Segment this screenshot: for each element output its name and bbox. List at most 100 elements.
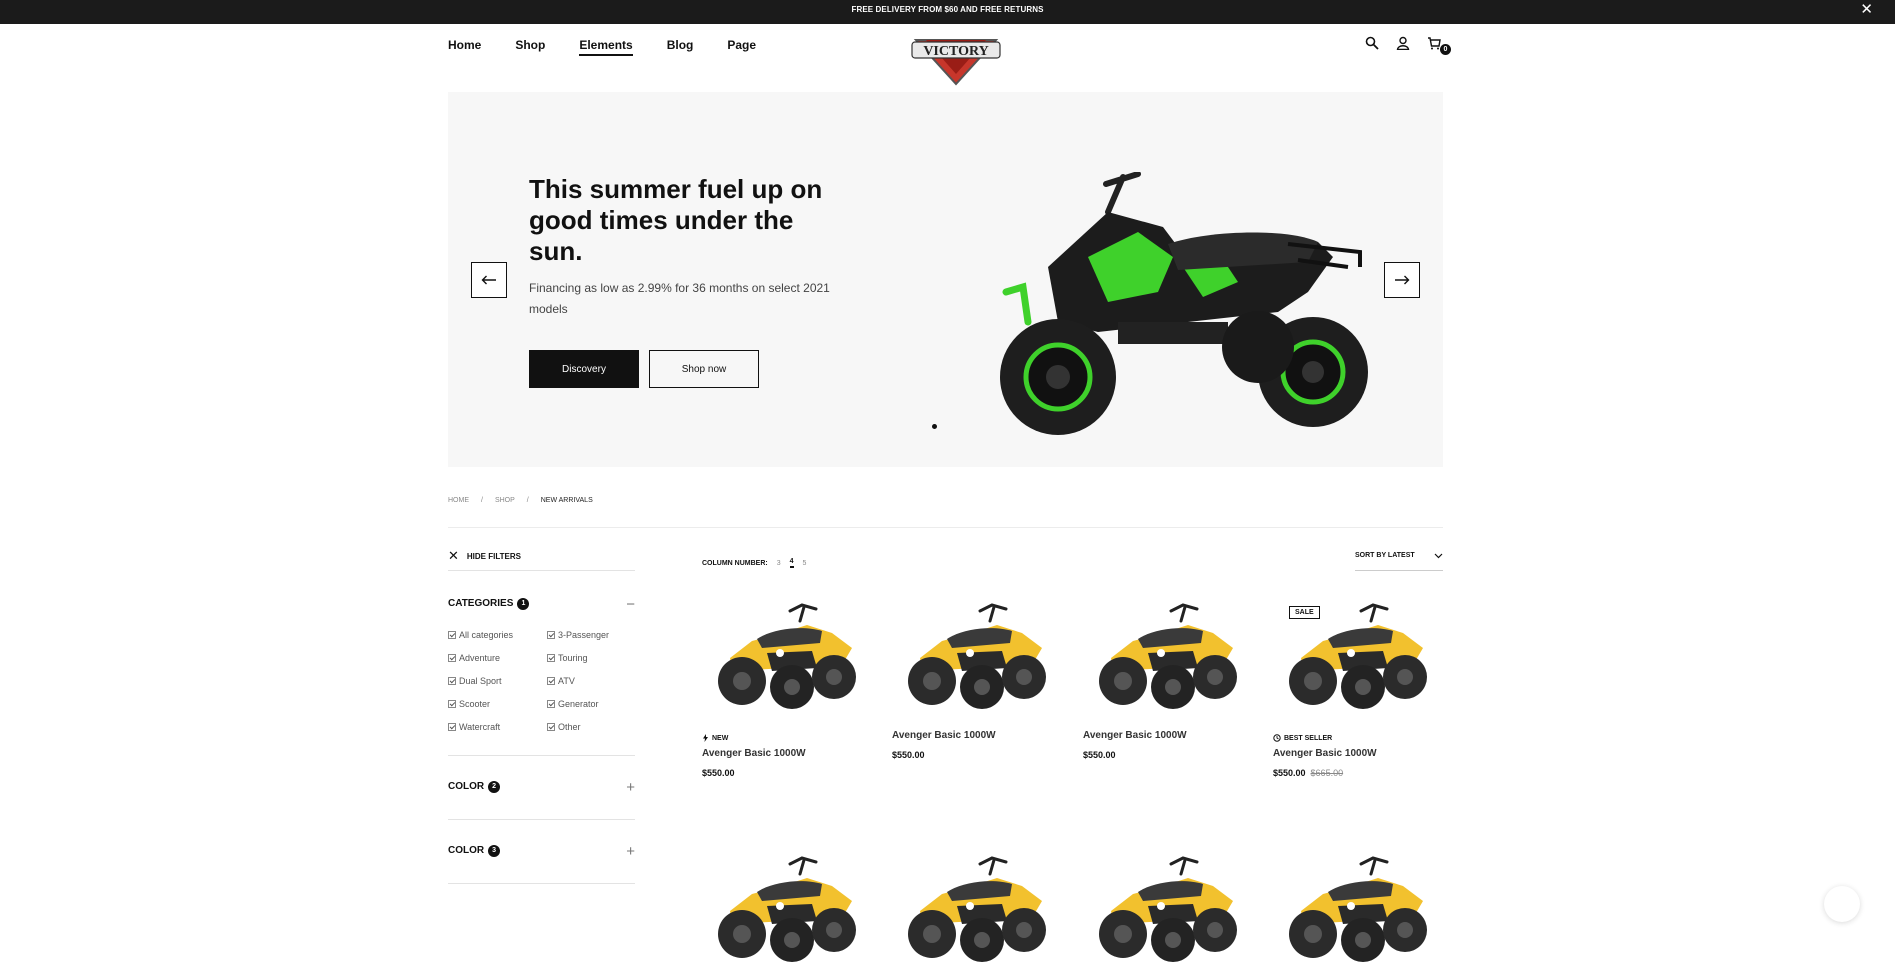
- color-count-badge-2: 3: [488, 845, 501, 857]
- hero-atv-image: [1000, 172, 1368, 435]
- checkbox-icon: [448, 630, 456, 639]
- product-card[interactable]: NEW Avenger Basic 1000W $550.00: [702, 597, 872, 778]
- announcement-text: FREE DELIVERY FROM $60 AND FREE RETURNS: [851, 5, 1044, 14]
- product-card[interactable]: [1083, 850, 1253, 965]
- shop-now-button[interactable]: Shop now: [649, 350, 759, 388]
- product-image[interactable]: [892, 850, 1062, 965]
- nav-blog[interactable]: Blog: [667, 38, 694, 56]
- category-watercraft[interactable]: Watercraft: [448, 720, 547, 733]
- checkbox-icon: [547, 699, 555, 708]
- chat-widget-button[interactable]: [1824, 886, 1860, 922]
- nav-home[interactable]: Home: [448, 38, 481, 56]
- product-image[interactable]: [702, 850, 872, 965]
- breadcrumb-separator: /: [526, 497, 529, 504]
- close-icon: ✕: [448, 548, 459, 563]
- chevron-down-icon: [1434, 553, 1443, 559]
- product-name[interactable]: Avenger Basic 1000W: [1273, 748, 1443, 759]
- logo-text: VICTORY: [923, 44, 988, 59]
- category-all[interactable]: All categories: [448, 628, 547, 641]
- product-name[interactable]: Avenger Basic 1000W: [702, 748, 872, 759]
- color-filter-title: COLOR: [448, 781, 485, 792]
- checkbox-icon: [448, 653, 456, 662]
- divider: [448, 755, 635, 756]
- product-image[interactable]: [1273, 850, 1443, 965]
- checkbox-icon: [547, 630, 555, 639]
- column-option-3[interactable]: 3: [777, 560, 781, 567]
- minus-icon: −: [626, 595, 635, 613]
- product-image[interactable]: [702, 597, 872, 727]
- checkbox-icon: [547, 676, 555, 685]
- category-scooter[interactable]: Scooter: [448, 697, 547, 710]
- hero-title: This summer fuel up on good times under …: [529, 174, 823, 266]
- search-icon[interactable]: [1365, 36, 1381, 52]
- category-generator[interactable]: Generator: [547, 697, 635, 710]
- category-3-passenger[interactable]: 3-Passenger: [547, 628, 635, 641]
- categories-count-badge: 1: [517, 598, 530, 610]
- category-adventure[interactable]: Adventure: [448, 651, 547, 664]
- color-count-badge: 2: [488, 781, 501, 793]
- cart-count-badge: 0: [1440, 44, 1451, 55]
- sort-label: SORT BY LATEST: [1355, 552, 1415, 559]
- breadcrumb-current: NEW ARRIVALS: [540, 497, 593, 504]
- sort-dropdown[interactable]: SORT BY LATEST: [1355, 552, 1443, 571]
- announcement-bar: FREE DELIVERY FROM $60 AND FREE RETURNS …: [0, 0, 1895, 24]
- checkbox-icon: [547, 653, 555, 662]
- breadcrumb-shop[interactable]: SHOP: [495, 497, 515, 504]
- product-image[interactable]: [892, 597, 1062, 727]
- column-number-label: COLUMN NUMBER:: [702, 559, 768, 567]
- hide-filters-button[interactable]: ✕ HIDE FILTERS: [448, 545, 635, 567]
- clock-badge-icon: [1273, 734, 1281, 742]
- product-image[interactable]: [1083, 597, 1253, 727]
- product-card[interactable]: Avenger Basic 1000W $550.00: [892, 597, 1062, 760]
- slider-next-button[interactable]: [1384, 262, 1420, 298]
- categories-toggle[interactable]: CATEGORIES 1 −: [448, 594, 635, 614]
- product-name[interactable]: Avenger Basic 1000W: [1083, 730, 1253, 741]
- product-card[interactable]: Avenger Basic 1000W $550.00: [1083, 597, 1253, 760]
- sale-badge: SALE: [1289, 606, 1320, 619]
- product-old-price: $665.00: [1310, 768, 1344, 778]
- product-badge-new: NEW: [702, 733, 872, 743]
- category-other[interactable]: Other: [547, 720, 635, 733]
- column-option-4[interactable]: 4: [789, 558, 794, 568]
- filter-sidebar: ✕ HIDE FILTERS CATEGORIES 1 − All categor…: [448, 545, 635, 884]
- checkbox-icon: [547, 722, 555, 731]
- product-price: $550.00: [1083, 750, 1116, 760]
- category-atv[interactable]: ATV: [547, 674, 635, 687]
- color-filter-toggle[interactable]: COLOR 2 +: [448, 777, 635, 797]
- column-option-5[interactable]: 5: [803, 560, 807, 567]
- hide-filters-label: HIDE FILTERS: [466, 551, 521, 561]
- product-price: $550.00 $665.00: [1273, 768, 1344, 778]
- divider: [448, 819, 635, 820]
- breadcrumb-separator: /: [481, 497, 483, 504]
- color-filter-toggle-2[interactable]: COLOR 3 +: [448, 841, 635, 861]
- checkbox-icon: [448, 722, 456, 731]
- category-touring[interactable]: Touring: [547, 651, 635, 664]
- product-card[interactable]: SALE BEST SELLER Avenger Basic 1000W $55…: [1273, 597, 1443, 778]
- nav-page[interactable]: Page: [727, 38, 756, 56]
- product-card[interactable]: [892, 850, 1062, 965]
- nav-elements[interactable]: Elements: [579, 38, 633, 56]
- victory-logo[interactable]: VICTORY: [910, 34, 1002, 86]
- product-image[interactable]: SALE: [1273, 597, 1443, 727]
- category-dual-sport[interactable]: Dual Sport: [448, 674, 547, 687]
- user-icon[interactable]: [1396, 36, 1412, 52]
- product-card[interactable]: [702, 850, 872, 965]
- breadcrumb-home[interactable]: HOME: [448, 497, 469, 504]
- nav-shop[interactable]: Shop: [515, 38, 545, 56]
- product-price: $550.00: [702, 768, 735, 778]
- cart-icon[interactable]: 0: [1427, 36, 1451, 55]
- product-card[interactable]: [1273, 850, 1443, 965]
- close-icon[interactable]: ✕: [1860, 0, 1873, 20]
- main-nav: Home Shop Elements Blog Page: [448, 38, 790, 56]
- header-actions: 0: [1350, 36, 1451, 55]
- divider: [448, 527, 1443, 528]
- slider-prev-button[interactable]: [471, 262, 507, 298]
- checkbox-icon: [448, 699, 456, 708]
- hero-slider: This summer fuel up on good times under …: [448, 92, 1443, 467]
- hero-subtitle: Financing as low as 2.99% for 36 months …: [529, 281, 830, 316]
- product-image[interactable]: [1083, 850, 1253, 965]
- bolt-icon: [703, 734, 708, 742]
- slider-dot[interactable]: [932, 424, 937, 429]
- product-name[interactable]: Avenger Basic 1000W: [892, 730, 1062, 741]
- discovery-button[interactable]: Discovery: [529, 350, 639, 388]
